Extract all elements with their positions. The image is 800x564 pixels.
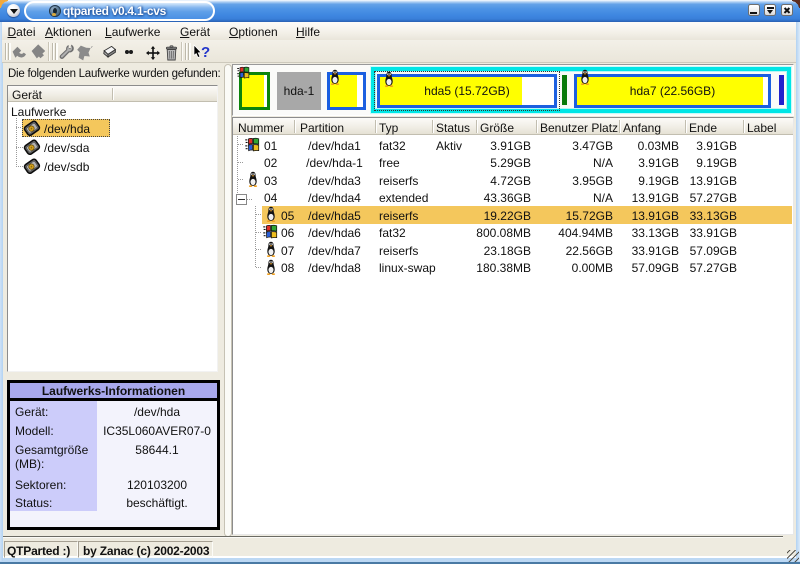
- svg-text:?: ?: [201, 44, 210, 61]
